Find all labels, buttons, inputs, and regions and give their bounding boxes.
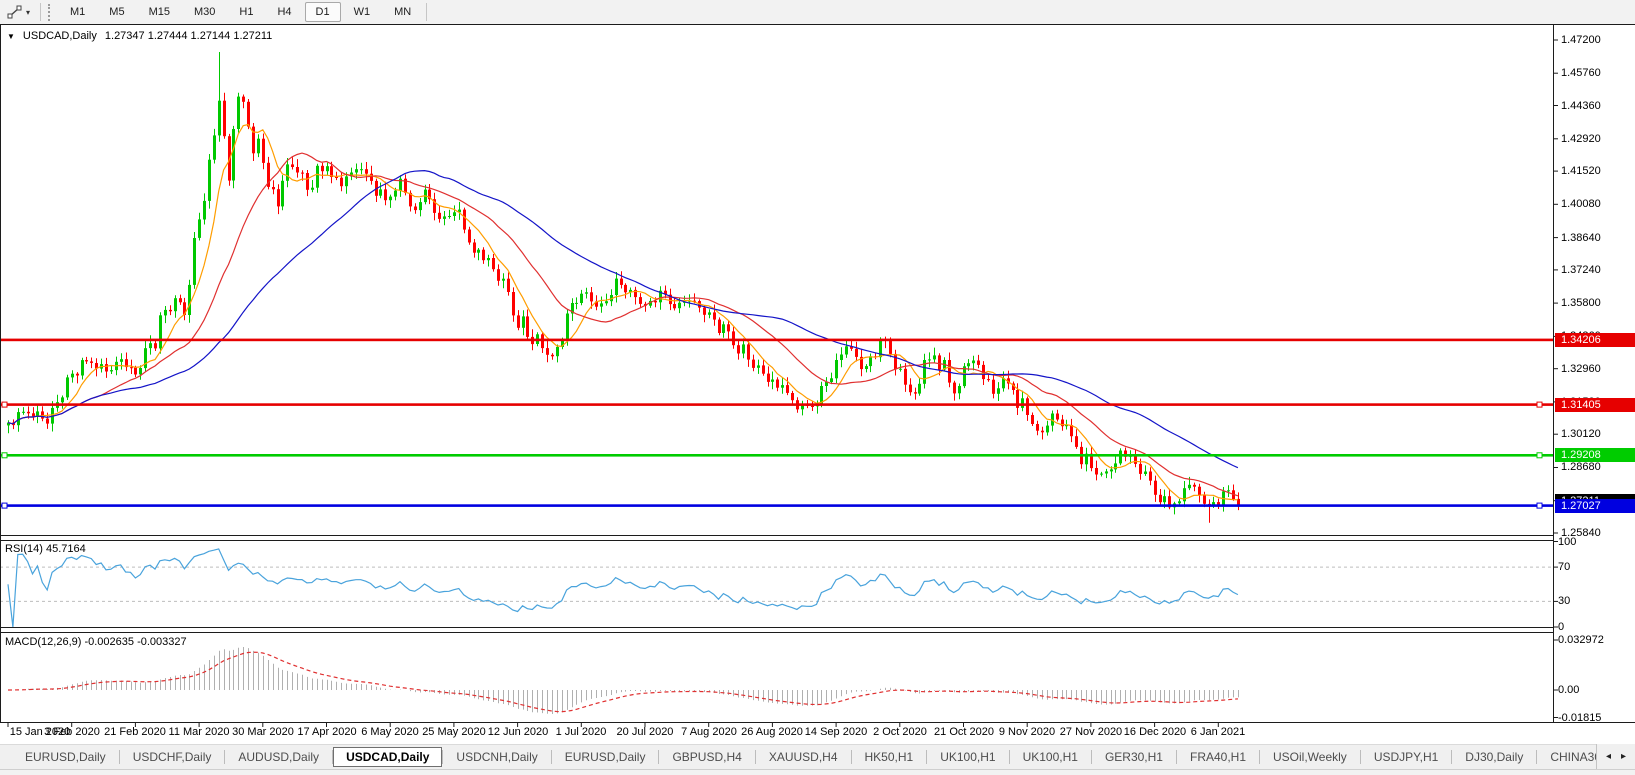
timeframe-buttons: M1M5M15M30H1H4D1W1MN: [58, 2, 423, 22]
macd-signal-line: [8, 652, 1238, 711]
toolbar: ▾ M1M5M15M30H1H4D1W1MN: [0, 0, 1635, 24]
horizontal-line-1.34206[interactable]: [0, 339, 1553, 342]
chart-tab-eurusd-daily[interactable]: EURUSD,Daily: [12, 747, 119, 767]
line-handle[interactable]: [2, 503, 7, 508]
status-bar: [0, 769, 1635, 775]
chart-tab-eurusd-daily[interactable]: EURUSD,Daily: [552, 747, 659, 767]
timeframe-button-MN[interactable]: MN: [383, 2, 422, 22]
toolbar-separator: [40, 3, 41, 21]
chart-tab-ger30-h1[interactable]: GER30,H1: [1092, 747, 1176, 767]
toolbar-grip[interactable]: [48, 4, 52, 21]
timeframe-button-H4[interactable]: H4: [266, 2, 302, 22]
chart-tab-xauusd-h4[interactable]: XAUUSD,H4: [756, 747, 851, 767]
moving-average-20: [8, 153, 1238, 496]
chart-tab-uk100-h1[interactable]: UK100,H1: [927, 747, 1008, 767]
timeframe-button-M30[interactable]: M30: [183, 2, 226, 22]
chart-tab-uk100-h1[interactable]: UK100,H1: [1010, 747, 1091, 767]
chart-tab-usdchf-daily[interactable]: USDCHF,Daily: [120, 747, 225, 767]
line-handle[interactable]: [2, 453, 7, 458]
timeframe-button-M1[interactable]: M1: [59, 2, 96, 22]
macd-histogram: [9, 647, 1239, 714]
toolbar-separator: [426, 3, 427, 21]
chart-canvas: [0, 0, 1635, 775]
line-handle[interactable]: [1537, 402, 1542, 407]
tab-scroll-left-icon[interactable]: ◂: [1606, 751, 1611, 762]
timeframe-button-M15[interactable]: M15: [138, 2, 181, 22]
timeframe-button-D1[interactable]: D1: [305, 2, 341, 22]
chart-tabs-bar: EURUSD,DailyUSDCHF,DailyAUDUSD,DailyUSDC…: [0, 744, 1635, 769]
chart-tab-fra40-h1[interactable]: FRA40,H1: [1177, 747, 1259, 767]
chart-tab-dj30-daily[interactable]: DJ30,Daily: [1452, 747, 1536, 767]
drawing-tool-button[interactable]: ▾: [0, 0, 37, 24]
horizontal-line-1.29208[interactable]: [0, 453, 1553, 458]
horizontal-line-1.31405[interactable]: [0, 402, 1553, 407]
chart-tab-gbpusd-h4[interactable]: GBPUSD,H4: [659, 747, 754, 767]
timeframe-button-M5[interactable]: M5: [98, 2, 135, 22]
horizontal-line-1.27027[interactable]: [0, 503, 1553, 508]
tab-scroll-arrows: ◂ ▸: [1596, 744, 1635, 769]
rsi-line: [8, 549, 1238, 627]
timeframe-button-W1[interactable]: W1: [343, 2, 382, 22]
trendline-tool-icon: [7, 5, 22, 20]
line-handle[interactable]: [1537, 503, 1542, 508]
candles-layer: [7, 52, 1240, 523]
chart-tab-usoil-weekly[interactable]: USOil,Weekly: [1260, 747, 1360, 767]
moving-average-7: [8, 125, 1238, 500]
timeframe-button-H1[interactable]: H1: [228, 2, 264, 22]
chart-tab-audusd-daily[interactable]: AUDUSD,Daily: [225, 747, 332, 767]
chart-tab-usdcnh-daily[interactable]: USDCNH,Daily: [443, 747, 550, 767]
line-handle[interactable]: [1537, 453, 1542, 458]
dropdown-caret-icon[interactable]: ▾: [26, 8, 30, 17]
chart-tab-hk50-h1[interactable]: HK50,H1: [852, 747, 927, 767]
chart-window: ▼ USDCAD,Daily 1.27347 1.27444 1.27144 1…: [0, 0, 1635, 775]
chart-tab-usdcad-daily[interactable]: USDCAD,Daily: [333, 747, 442, 767]
tab-scroll-right-icon[interactable]: ▸: [1621, 751, 1626, 762]
line-handle[interactable]: [2, 402, 7, 407]
chart-tab-usdjpy-h1[interactable]: USDJPY,H1: [1361, 747, 1451, 767]
